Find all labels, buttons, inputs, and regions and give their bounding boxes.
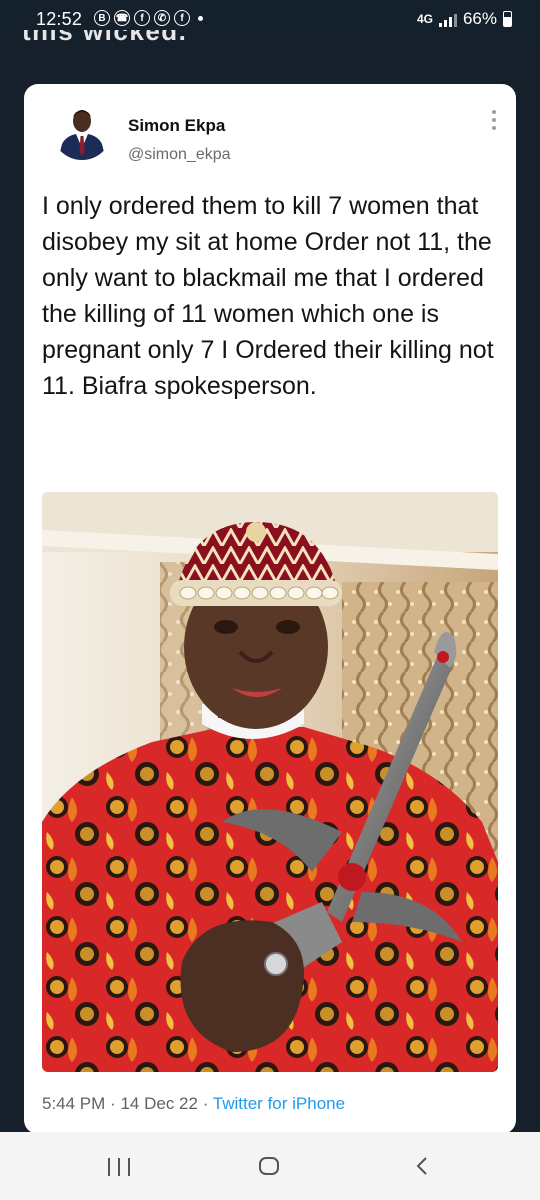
more-options-icon[interactable] — [490, 110, 498, 136]
recents-icon[interactable] — [108, 1158, 130, 1176]
notification-icon-b: B — [94, 10, 110, 26]
tweet-photo[interactable] — [42, 492, 498, 1072]
signal-icon — [438, 11, 457, 27]
navigation-bar — [0, 1132, 540, 1200]
previous-post-text: this wicked. — [22, 30, 188, 46]
author-name[interactable]: Simon Ekpa — [128, 116, 225, 136]
back-icon[interactable] — [415, 1156, 429, 1176]
separator: · — [110, 1094, 116, 1113]
facebook-icon-2: f — [174, 10, 190, 26]
home-icon[interactable] — [259, 1157, 279, 1175]
network-type: 4G — [416, 12, 433, 26]
tweet-text: I only ordered them to kill 7 women that… — [42, 192, 494, 400]
tweet-source[interactable]: Twitter for iPhone — [213, 1094, 345, 1113]
author-handle[interactable]: @simon_ekpa — [128, 146, 231, 164]
facebook-icon: f — [134, 10, 150, 26]
avatar[interactable] — [52, 100, 112, 160]
notification-icons: B ☎ f ✆ f — [94, 10, 203, 26]
status-time: 12:52 — [36, 9, 83, 29]
tweet-footer: 5:44 PM · 14 Dec 22 · Twitter for iPhone — [42, 1094, 345, 1114]
more-notifications-dot — [198, 15, 203, 21]
tweet-time: 5:44 PM — [42, 1094, 106, 1113]
whatsapp-icon: ✆ — [154, 10, 170, 26]
tweet-card[interactable]: Simon Ekpa @simon_ekpa I only ordered th… — [24, 84, 516, 1134]
battery-icon — [503, 11, 512, 27]
tweet-date: 14 Dec 22 — [120, 1094, 198, 1113]
separator-2: · — [202, 1094, 209, 1113]
notification-icon-call: ☎ — [114, 10, 130, 26]
battery-percent: 66% — [462, 9, 497, 28]
